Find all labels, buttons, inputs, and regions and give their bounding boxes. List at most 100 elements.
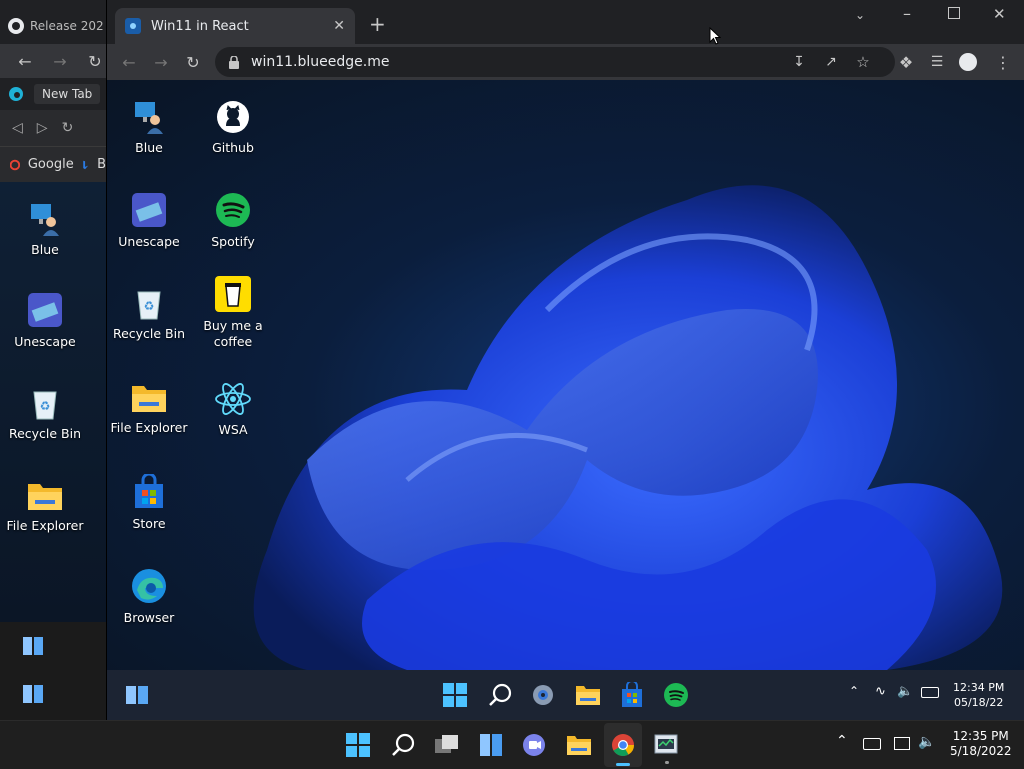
system-date: 5/18/2022 <box>950 744 1012 758</box>
chrome-taskbar-button[interactable] <box>604 723 642 767</box>
desktop-icon-unescape[interactable]: Unescape <box>107 192 191 250</box>
win11-desktop: Blue Unescape ♻ Recycle Bin File Explore… <box>107 80 1024 670</box>
system-time: 12:35 PM <box>952 729 1009 743</box>
background-toolbar: ← → ↻ <box>0 44 106 78</box>
system-clock[interactable]: 12:35 PM 5/18/2022 <box>950 729 1012 759</box>
address-bar[interactable]: win11.blueedge.me ↧ ↗ ☆ <box>215 47 895 77</box>
background-taskbar <box>0 622 106 720</box>
network-icon[interactable] <box>894 737 910 750</box>
reload-icon[interactable]: ↻ <box>62 120 74 136</box>
maximize-icon[interactable] <box>948 7 960 19</box>
forward-icon[interactable]: ▷ <box>37 120 48 136</box>
active-indicator <box>616 763 630 766</box>
user-computer-icon <box>31 204 59 236</box>
more-menu-icon[interactable]: ⋮ <box>991 50 1015 74</box>
bookmark-star-icon[interactable]: ☆ <box>851 50 875 74</box>
back-arrow-icon[interactable]: ← <box>14 49 36 73</box>
desktop-icon-browser[interactable]: Browser <box>107 568 191 626</box>
store-icon <box>135 474 163 508</box>
running-indicator <box>665 761 669 764</box>
desktop-icon-recycle-bin[interactable]: ♻ Recycle Bin <box>107 286 191 342</box>
share-icon[interactable]: ↗ <box>819 50 843 74</box>
main-browser-window: Win11 in React ✕ + ⌄ – ✕ ← → ↻ win11.blu… <box>106 0 1024 720</box>
user-computer-icon <box>135 102 163 134</box>
desktop-icon-label: Github <box>212 140 254 155</box>
store-icon[interactable] <box>620 682 644 708</box>
url-text: win11.blueedge.me <box>251 54 390 70</box>
bookmark-bing[interactable]: B <box>97 157 106 172</box>
bing-icon <box>82 160 88 169</box>
profile-avatar-icon[interactable] <box>959 53 977 71</box>
background-inner-tab[interactable]: New Tab <box>0 78 106 110</box>
background-tab[interactable]: Release 202 <box>8 8 106 44</box>
inner-clock[interactable]: 12:34 PM 05/18/22 <box>953 680 1004 710</box>
github-icon <box>217 101 249 133</box>
react-favicon-icon <box>125 18 141 34</box>
desktop-icon-github[interactable]: Github <box>191 100 275 156</box>
folder-icon[interactable] <box>566 733 592 757</box>
back-icon[interactable]: ◁ <box>12 120 23 136</box>
bg-desktop-icon-unescape[interactable]: Unescape <box>3 292 87 350</box>
close-tab-icon[interactable]: ✕ <box>333 18 345 34</box>
desktop-icon-spotify[interactable]: Spotify <box>191 192 275 250</box>
inner-time: 12:34 PM <box>953 681 1005 694</box>
desktop-icon-wsa[interactable]: WSA <box>191 382 275 438</box>
search-icon[interactable] <box>391 733 415 757</box>
volume-icon[interactable]: 🔈 <box>918 734 935 750</box>
forward-arrow-icon[interactable]: → <box>149 50 173 74</box>
wifi-icon[interactable]: ∿ <box>875 684 886 699</box>
bg-desktop-icon-file-explorer[interactable]: File Explorer <box>3 480 87 534</box>
back-arrow-icon[interactable]: ← <box>117 50 141 74</box>
keyboard-icon[interactable] <box>863 738 881 750</box>
lock-icon <box>229 55 239 69</box>
media-control-icon[interactable]: ☰ <box>925 50 949 74</box>
desktop-icon-label: Unescape <box>14 334 76 349</box>
widgets-icon[interactable] <box>125 685 149 705</box>
widgets-icon[interactable] <box>479 733 503 757</box>
folder-icon[interactable] <box>575 683 601 707</box>
extensions-puzzle-icon[interactable]: ❖ <box>894 50 918 74</box>
desktop-icon-buy-me-a-coffee[interactable]: Buy me a coffee <box>191 276 275 350</box>
desktop-icon-file-explorer[interactable]: File Explorer <box>107 382 191 436</box>
task-view-icon[interactable] <box>434 733 460 757</box>
chrome-icon <box>612 734 634 756</box>
teams-chat-icon[interactable] <box>522 733 546 757</box>
desktop-icon-blue[interactable]: Blue <box>107 100 191 156</box>
react-atom-icon <box>215 383 251 415</box>
background-bookmarks-bar: Google B <box>0 146 106 182</box>
reload-icon[interactable]: ↻ <box>181 50 205 74</box>
forward-arrow-icon[interactable]: → <box>49 49 71 73</box>
new-tab-icon[interactable]: + <box>369 14 386 34</box>
volume-icon[interactable]: 🔈 <box>897 684 913 699</box>
svg-text:♻: ♻ <box>144 299 155 313</box>
inner-taskbar: ⌃ ∿ 🔈 12:34 PM 05/18/22 <box>107 670 1024 720</box>
widgets-icon[interactable] <box>22 636 44 656</box>
desktop-icon-label: Buy me a coffee <box>203 318 263 349</box>
install-app-icon[interactable]: ↧ <box>787 50 811 74</box>
minimize-icon[interactable]: – <box>903 4 911 23</box>
battery-icon[interactable] <box>921 687 939 698</box>
tab-bar: Win11 in React ✕ + ⌄ – ✕ <box>107 0 1024 44</box>
start-icon[interactable] <box>346 733 370 757</box>
widgets-icon[interactable] <box>22 684 44 704</box>
bg-desktop-icon-blue[interactable]: Blue <box>3 202 87 258</box>
tray-chevron-up-icon[interactable]: ⌃ <box>849 684 859 698</box>
settings-gear-icon[interactable] <box>531 683 555 707</box>
bloom-wallpaper <box>253 185 1003 670</box>
unescape-icon <box>132 193 166 227</box>
tab-win11-react[interactable]: Win11 in React ✕ <box>115 8 355 44</box>
spotify-icon[interactable] <box>664 683 688 707</box>
bookmark-google[interactable]: Google <box>28 157 74 172</box>
recycle-bin-icon: ♻ <box>33 391 57 420</box>
desktop-icon-store[interactable]: Store <box>107 474 191 532</box>
task-manager-icon[interactable] <box>654 733 678 757</box>
tray-chevron-up-icon[interactable]: ⌃ <box>836 733 848 749</box>
search-icon[interactable] <box>488 683 512 707</box>
close-window-icon[interactable]: ✕ <box>993 5 1006 23</box>
background-inner-nav: ◁ ▷ ↻ <box>0 110 106 146</box>
reload-icon[interactable]: ↻ <box>84 49 106 73</box>
coffee-cup-icon <box>215 276 251 312</box>
tab-search-chevron-icon[interactable]: ⌄ <box>855 8 865 22</box>
bg-desktop-icon-recycle-bin[interactable]: ♻ Recycle Bin <box>3 386 87 442</box>
start-icon[interactable] <box>443 683 467 707</box>
